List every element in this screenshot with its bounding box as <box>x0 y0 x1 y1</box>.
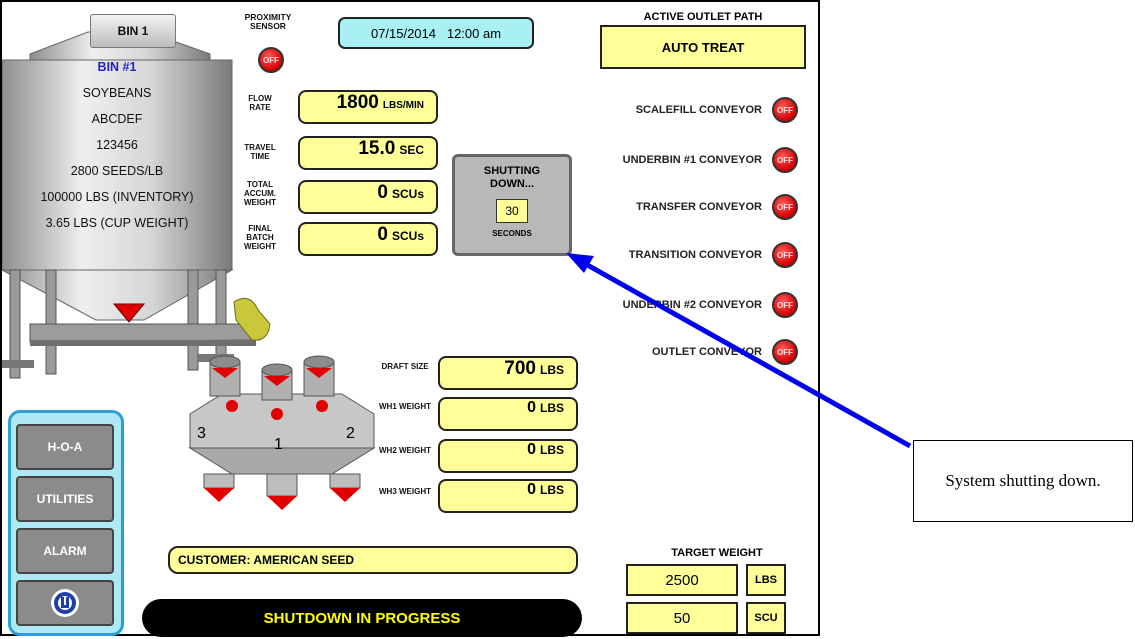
flow-rate-label: FLOW RATE <box>248 94 272 112</box>
bin-variety: ABCDEF <box>91 112 143 126</box>
draft-size-label: DRAFT SIZE <box>381 362 429 371</box>
alarm-button[interactable]: ALARM <box>16 528 114 574</box>
wh1-weight-label: WH1 WEIGHT <box>379 402 431 411</box>
conveyor-label-transition: TRANSITION CONVEYOR <box>628 249 762 261</box>
wh2-weight-readout[interactable]: 0 LBS <box>438 439 578 473</box>
status-banner: SHUTDOWN IN PROGRESS <box>142 599 582 637</box>
shutdown-seconds-value: 30 <box>496 199 528 223</box>
wh3-weight-value: 0 <box>527 481 536 498</box>
proximity-sensor-indicator[interactable]: OFF <box>258 47 284 73</box>
customer-name-field[interactable]: CUSTOMER: AMERICAN SEED <box>168 546 578 574</box>
flow-rate-readout[interactable]: 1800 LBS/MIN <box>298 90 438 124</box>
wh3-weight-label: WH3 WEIGHT <box>379 487 431 496</box>
conveyor-indicator-underbin-1[interactable]: OFF <box>772 147 798 173</box>
total-accum-weight-value: 0 <box>377 182 388 203</box>
travel-time-unit: SEC <box>399 143 424 157</box>
shutdown-seconds-unit: SECONDS <box>492 229 532 238</box>
outlet-path-title: ACTIVE OUTLET PATH <box>643 11 763 23</box>
hopper-label-2: 2 <box>346 425 355 442</box>
final-batch-weight-value: 0 <box>377 224 388 245</box>
wh1-weight-unit: LBS <box>540 401 564 415</box>
target-weight-title: TARGET WEIGHT <box>671 547 763 559</box>
draft-size-readout[interactable]: 700 LBS <box>438 356 578 390</box>
hmi-panel: BIN 1 BIN #1 SOYBEANS ABCDEF 123456 2800… <box>0 0 820 637</box>
bin-cup-weight: 3.65 LBS (CUP WEIGHT) <box>45 216 189 230</box>
conveyor-label-outlet: OUTLET CONVEYOR <box>651 346 762 358</box>
travel-time-label: TRAVEL TIME <box>244 143 276 161</box>
hoa-button[interactable]: H-O-A <box>16 424 114 470</box>
conveyor-indicator-transfer[interactable]: OFF <box>772 194 798 220</box>
travel-time-value: 15.0 <box>358 138 396 159</box>
bin-inventory: 100000 LBS (INVENTORY) <box>40 190 194 204</box>
conveyor-indicator-transition[interactable]: OFF <box>772 242 798 268</box>
final-batch-weight-label: FINAL BATCH WEIGHT <box>244 224 276 251</box>
conveyor-label-underbin-1: UNDERBIN #1 CONVEYOR <box>622 154 762 166</box>
target-lbs-value[interactable]: 2500 <box>626 564 738 596</box>
flow-rate-value: 1800 <box>336 92 379 113</box>
home-logo-button[interactable] <box>16 580 114 626</box>
bin-number: BIN #1 <box>97 60 137 74</box>
bin-seed-count: 2800 SEEDS/LB <box>70 164 164 178</box>
bin-lot: 123456 <box>96 138 138 152</box>
gear-logo-icon <box>51 589 79 617</box>
datetime-display[interactable]: 07/15/2014 12:00 am <box>338 17 534 49</box>
proximity-sensor-label: PROXIMITY SENSOR <box>244 12 292 31</box>
wh3-weight-readout[interactable]: 0 LBS <box>438 479 578 513</box>
shutdown-title: SHUTTING DOWN... <box>483 165 541 190</box>
bin-product: SOYBEANS <box>82 86 152 100</box>
conveyor-label-scalefill: SCALEFILL CONVEYOR <box>635 104 762 116</box>
conveyor-label-transfer: TRANSFER CONVEYOR <box>636 201 762 213</box>
target-scu-unit: SCU <box>746 602 786 634</box>
draft-size-value: 700 <box>504 358 536 379</box>
bin-tab[interactable]: BIN 1 <box>90 14 176 48</box>
utilities-button[interactable]: UTILITIES <box>16 476 114 522</box>
target-scu-value[interactable]: 50 <box>626 602 738 634</box>
total-accum-weight-unit: SCUs <box>391 187 424 201</box>
draft-size-unit: LBS <box>540 363 564 377</box>
wh1-weight-readout[interactable]: 0 LBS <box>438 397 578 431</box>
target-lbs-unit: LBS <box>746 564 786 596</box>
hopper-label-3: 3 <box>197 425 206 442</box>
outlet-path-value[interactable]: AUTO TREAT <box>600 25 806 69</box>
conveyor-indicator-scalefill[interactable]: OFF <box>772 97 798 123</box>
total-accum-weight-readout[interactable]: 0 SCUs <box>298 180 438 214</box>
final-batch-weight-readout[interactable]: 0 SCUs <box>298 222 438 256</box>
flow-rate-unit: LBS/MIN <box>382 100 424 111</box>
conveyor-label-underbin-2: UNDERBIN #2 CONVEYOR <box>622 299 762 311</box>
wh2-weight-label: WH2 WEIGHT <box>379 446 431 455</box>
travel-time-readout[interactable]: 15.0 SEC <box>298 136 438 170</box>
conveyor-indicator-outlet[interactable]: OFF <box>772 339 798 365</box>
shutdown-countdown-panel: SHUTTING DOWN... 30 SECONDS <box>452 154 572 256</box>
wh3-weight-unit: LBS <box>540 483 564 497</box>
annotation-callout: System shutting down. <box>913 440 1133 522</box>
wh2-weight-unit: LBS <box>540 443 564 457</box>
hopper-label-1: 1 <box>274 436 283 453</box>
final-batch-weight-unit: SCUs <box>391 229 424 243</box>
conveyor-indicator-underbin-2[interactable]: OFF <box>772 292 798 318</box>
total-accum-weight-label: TOTAL ACCUM. WEIGHT <box>244 180 276 207</box>
wh1-weight-value: 0 <box>527 399 536 416</box>
wh2-weight-value: 0 <box>527 441 536 458</box>
